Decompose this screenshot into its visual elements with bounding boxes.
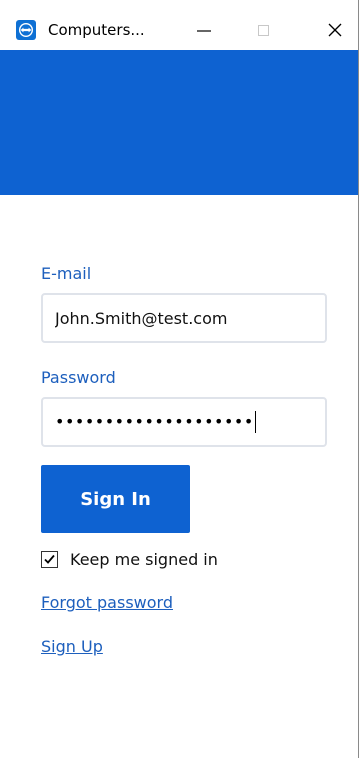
password-label: Password — [41, 368, 116, 387]
password-field[interactable]: •••••••••••••••••••• — [41, 397, 327, 447]
maximize-button[interactable] — [245, 14, 283, 46]
maximize-icon — [258, 25, 269, 36]
minimize-button[interactable] — [185, 14, 223, 46]
text-caret — [254, 411, 256, 433]
close-icon — [328, 23, 342, 37]
login-window: Computers... E-mail Password •••••••••••… — [0, 0, 359, 758]
email-label: E-mail — [41, 264, 92, 283]
title-bar: Computers... — [0, 0, 358, 50]
window-title: Computers... — [48, 21, 145, 39]
checkmark-icon — [44, 554, 55, 564]
keep-signed-in-row[interactable]: Keep me signed in — [41, 548, 218, 570]
sign-up-link[interactable]: Sign Up — [41, 637, 103, 657]
email-field[interactable] — [41, 293, 327, 343]
keep-signed-in-checkbox[interactable] — [41, 550, 58, 568]
password-mask: •••••••••••••••••••• — [55, 412, 254, 431]
keep-signed-in-label: Keep me signed in — [70, 549, 218, 569]
forgot-password-link[interactable]: Forgot password — [41, 593, 173, 613]
minimize-icon — [197, 30, 211, 32]
teamviewer-app-icon — [16, 20, 36, 40]
close-button[interactable] — [316, 14, 354, 46]
header-banner — [0, 50, 358, 195]
sign-in-button[interactable]: Sign In — [41, 465, 190, 533]
